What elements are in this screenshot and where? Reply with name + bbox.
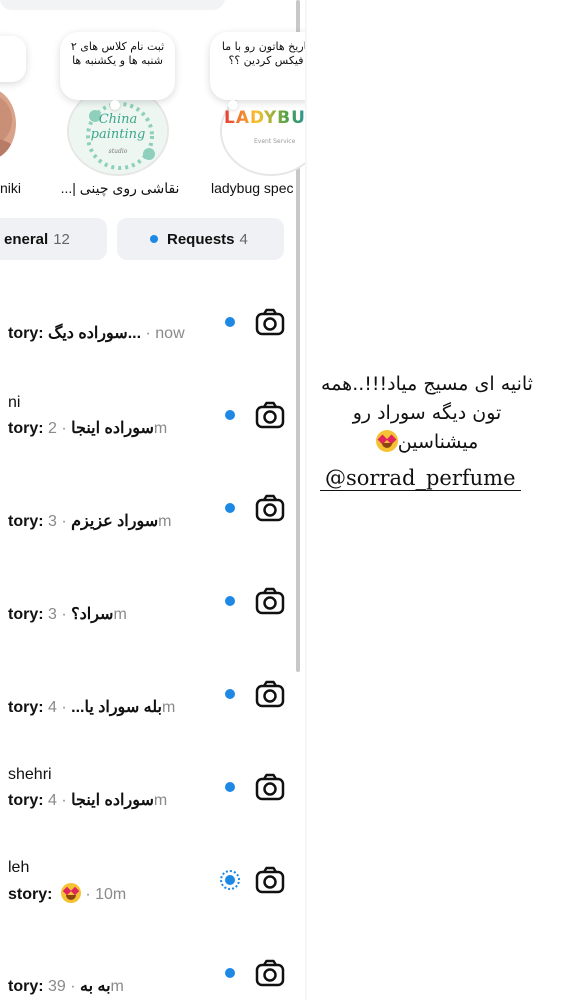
message-row[interactable]: ni tory: سوراده اینجا · 2m [0,368,305,461]
message-preview: tory: سوراده اینجا · 4m [8,792,168,809]
message-time: · 10m [85,886,127,903]
story-name[interactable]: niki [0,180,21,196]
camera-icon[interactable] [255,680,285,708]
messages-panel: niki China painting studio ثبت نام کلاس … [0,0,305,1000]
tab-general[interactable]: eneral 12 [0,218,107,260]
story-caption: ثانیه ای مسیج میاد!!!..همه تون دیگه سورا… [308,370,546,457]
camera-icon[interactable] [255,308,285,336]
sender-name: shehri [8,766,52,783]
message-row[interactable]: tory: سراد؟ · 3m [0,554,305,647]
message-row[interactable]: tory: به به · 39m [0,926,305,1000]
message-preview: tory: بله سوراد یا... · 4m [8,699,176,716]
panel-edge [305,0,308,1000]
unread-dot [225,317,235,327]
message-preview: tory: سراد؟ · 3m [8,606,127,623]
heart-eyes-emoji-icon [60,883,81,903]
unread-dot [225,596,235,606]
unread-dot [225,689,235,699]
mention-handle[interactable]: @sorrad_perfume [320,466,521,491]
unread-dot [225,410,235,420]
camera-icon[interactable] [255,401,285,429]
camera-icon[interactable] [255,773,285,801]
message-time: · now [145,325,185,342]
note-tail [110,100,120,110]
tab-label: Requests [167,230,235,248]
sender-name: leh [8,859,30,876]
message-row[interactable]: leh story: · 10m [0,833,305,926]
heart-eyes-emoji-icon [375,430,398,452]
seen-ring-icon [220,870,240,890]
unread-dot [225,782,235,792]
screenshot-stage: niki China painting studio ثبت نام کلاس … [0,0,563,1000]
unread-dot [225,503,235,513]
message-preview: tory: سوراد عزیزم · 3m [8,513,172,530]
caption-line: میشناسین [308,428,546,457]
message-row[interactable]: shehri tory: سوراده اینجا · 4m [0,740,305,833]
message-preview: tory: سوراده دیگ... · now [8,325,185,342]
unread-dot [150,235,158,243]
note-tail [228,100,238,110]
tab-requests[interactable]: Requests 4 [117,218,284,260]
story-note[interactable]: ثبت نام کلاس های ۲ شنبه ها و یکشنبه ها [60,32,175,100]
story-note[interactable]: تاریخ هاتون رو با ما فیکس کردین ؟؟ [210,32,305,100]
message-preview: tory: به به · 39m [8,978,124,995]
camera-icon[interactable] [255,494,285,522]
sender-name: ni [8,394,21,411]
caption-line: ثانیه ای مسیج میاد!!!..همه [308,370,546,399]
tab-count: 12 [53,230,70,248]
message-row[interactable]: tory: بله سوراد یا... · 4m [0,647,305,740]
camera-icon[interactable] [255,866,285,894]
message-preview: tory: سوراده اینجا · 2m [8,420,168,437]
tab-label: eneral [4,230,49,248]
message-row[interactable]: tory: سوراده دیگ... · now [0,275,305,368]
story-logo-text: China painting studio [90,112,146,155]
story-name[interactable]: نقاشی روی چینی |... [60,180,180,197]
message-preview: story: · 10m [8,883,126,904]
search-bar[interactable] [0,0,225,10]
avatar[interactable] [0,88,16,160]
message-row[interactable]: tory: سوراد عزیزم · 3m [0,461,305,554]
tab-count: 4 [239,230,248,248]
caption-line: تون دیگه سوراد رو [308,399,546,428]
story-note[interactable] [0,36,26,82]
camera-icon[interactable] [255,959,285,987]
story-name[interactable]: ladybug spec [211,180,294,196]
unread-dot [225,968,235,978]
story-logo-text: LADYBUG Event Service [222,108,305,147]
camera-icon[interactable] [255,587,285,615]
